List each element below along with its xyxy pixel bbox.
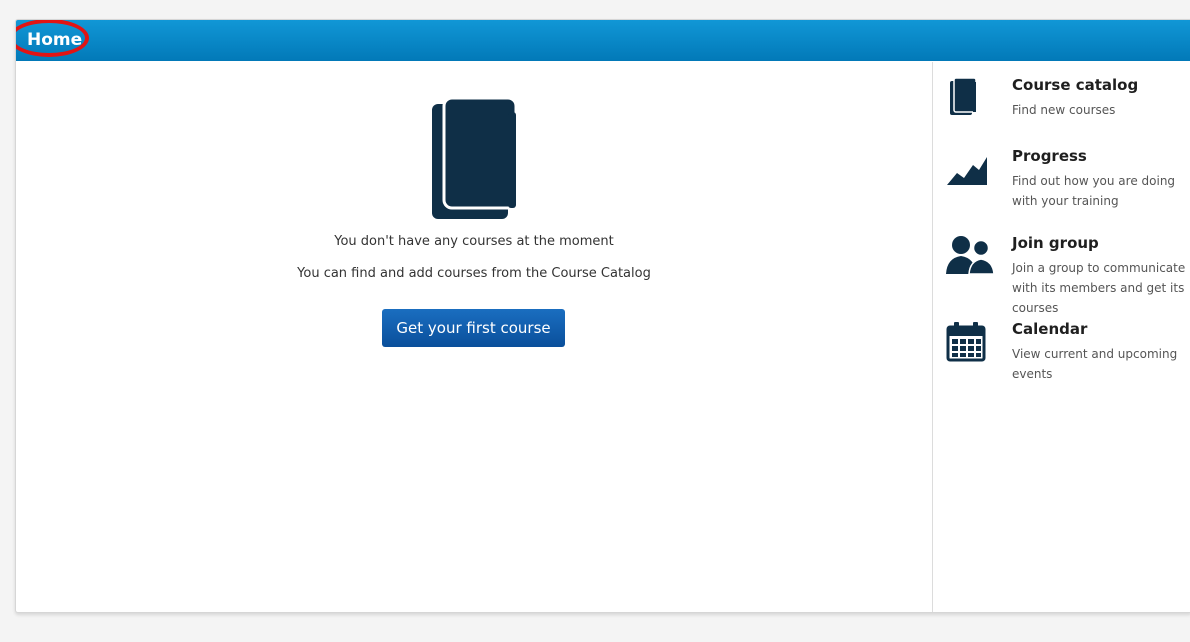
sidebar-item-title[interactable]: Course catalog bbox=[1012, 76, 1138, 94]
sidebar-item-desc: View current and upcoming events bbox=[1012, 347, 1178, 381]
book-icon bbox=[432, 96, 518, 219]
chart-icon bbox=[947, 157, 987, 185]
sidebar: Course catalog Find new courses Progress… bbox=[933, 62, 1190, 612]
header-bar: Home bbox=[16, 20, 1190, 61]
calendar-icon bbox=[946, 322, 986, 362]
sidebar-item-desc: Find new courses bbox=[1012, 103, 1116, 117]
sidebar-item-desc: Find out how you are doing with your tra… bbox=[1012, 174, 1176, 208]
get-first-course-button[interactable]: Get your first course bbox=[382, 309, 565, 347]
main-content: You don't have any courses at the moment… bbox=[16, 62, 932, 612]
highlight-circle bbox=[16, 20, 89, 57]
page: Home You don't have any courses at the m… bbox=[0, 0, 1190, 642]
catalog-hint: You can find and add courses from the Co… bbox=[297, 266, 651, 281]
book-icon bbox=[950, 77, 977, 115]
home-panel: Home You don't have any courses at the m… bbox=[15, 19, 1190, 613]
sidebar-item-title[interactable]: Progress bbox=[1012, 147, 1087, 165]
empty-message: You don't have any courses at the moment bbox=[334, 234, 614, 249]
sidebar-item-title[interactable]: Calendar bbox=[1012, 320, 1087, 338]
sidebar-item-title[interactable]: Join group bbox=[1012, 234, 1099, 252]
sidebar-item-desc: Join a group to communicate with its mem… bbox=[1012, 261, 1186, 315]
group-icon bbox=[946, 236, 995, 275]
